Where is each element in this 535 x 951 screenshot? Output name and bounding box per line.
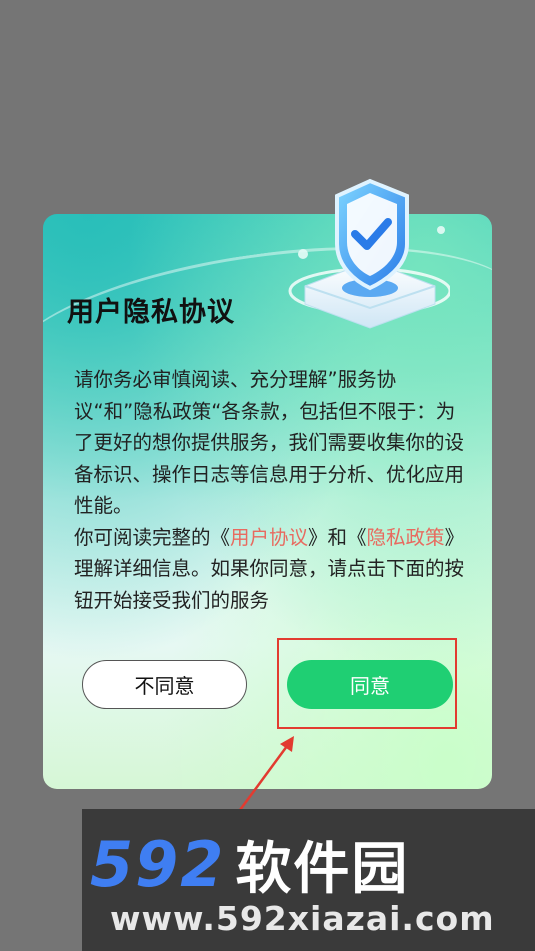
watermark-url: www.592xiazai.com bbox=[110, 899, 495, 938]
agree-highlight-box bbox=[277, 638, 457, 729]
privacy-paragraph-2: 你可阅读完整的《用户协议》和《隐私政策》理解详细信息。如果你同意，请点击下面的按… bbox=[74, 522, 469, 617]
paragraph-2-mid: 》和《 bbox=[308, 525, 367, 549]
privacy-paragraph-1: 请你务必审慎阅读、充分理解”服务协议“和”隐私政策“各条款，包括但不限于：为了更… bbox=[74, 368, 465, 517]
user-agreement-link[interactable]: 用户协议 bbox=[230, 526, 308, 549]
annotation-arrow bbox=[238, 736, 294, 811]
watermark-logo-number: 592 bbox=[90, 827, 226, 901]
watermark: 592 软件园 www.592xiazai.com bbox=[82, 809, 535, 951]
paragraph-2-pre: 你可阅读完整的《 bbox=[74, 525, 231, 549]
dialog-title: 用户隐私协议 bbox=[67, 297, 235, 328]
dialog-body: 请你务必审慎阅读、充分理解”服务协议“和”隐私政策“各条款，包括但不限于：为了更… bbox=[74, 364, 469, 616]
shield-check-icon bbox=[288, 178, 450, 329]
disagree-button[interactable]: 不同意 bbox=[82, 660, 247, 709]
watermark-logo: 592 软件园 bbox=[90, 827, 527, 902]
privacy-policy-link[interactable]: 隐私政策 bbox=[367, 526, 445, 549]
watermark-logo-text: 软件园 bbox=[235, 836, 410, 902]
